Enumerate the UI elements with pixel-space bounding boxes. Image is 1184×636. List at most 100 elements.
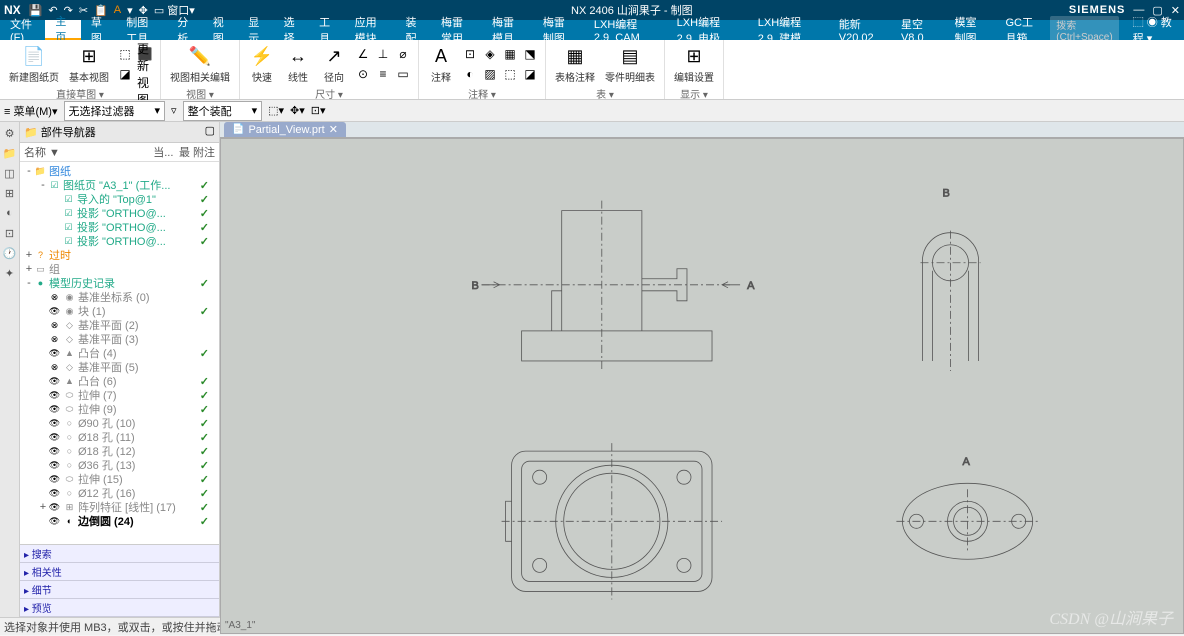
tree-row[interactable]: +?过时 <box>22 248 217 262</box>
tree-row[interactable]: ⊗◇基准平面 (3) <box>22 332 217 346</box>
tool-icon[interactable]: ✥▾ <box>290 104 305 117</box>
tree-row[interactable]: ☑投影 "ORTHO@...✓ <box>22 206 217 220</box>
nav-section[interactable]: ▸ 搜索 <box>20 545 219 563</box>
menu-item[interactable]: 草图 <box>81 20 116 40</box>
rail-icon[interactable]: ✦ <box>3 266 17 280</box>
tree-row[interactable]: ☑投影 "ORTHO@...✓ <box>22 234 217 248</box>
navigator-tree[interactable]: -📁图纸-☑图纸页 "A3_1" (工作...✓☑导入的 "Top@1"✓☑投影… <box>20 162 219 544</box>
menu-item[interactable]: GC工具箱 <box>995 20 1050 40</box>
tool-icon[interactable]: ⬚▾ <box>268 104 284 117</box>
tree-row[interactable]: 👁⬭拉伸 (7)✓ <box>22 388 217 402</box>
ribbon-small-button[interactable]: ◐ <box>461 65 479 83</box>
tree-row[interactable]: ☑导入的 "Top@1"✓ <box>22 192 217 206</box>
filter-combo[interactable]: 无选择过滤器▾ <box>64 101 166 121</box>
tree-row[interactable]: 👁○Ø18 孔 (12)✓ <box>22 444 217 458</box>
ribbon-small-button[interactable]: ⊡ <box>461 45 479 63</box>
ribbon-small-button[interactable]: ▭ <box>394 65 412 83</box>
tree-row[interactable]: -☑图纸页 "A3_1" (工作...✓ <box>22 178 217 192</box>
menu-item[interactable]: 工具 <box>309 20 344 40</box>
ribbon-small-button[interactable]: ◈ <box>481 45 499 63</box>
ribbon-button[interactable]: ⊞基本视图 <box>66 42 112 85</box>
help-menu[interactable]: ⬚ ◉ 教程 ▾ <box>1123 20 1184 40</box>
cut-icon[interactable]: ✂ <box>79 4 88 17</box>
tree-row[interactable]: +▭组 <box>22 262 217 276</box>
menu-item[interactable]: LXH编程2.9_CAM <box>584 20 667 40</box>
nav-section[interactable]: ▸ 细节 <box>20 581 219 599</box>
nav-section[interactable]: ▸ 相关性 <box>20 563 219 581</box>
ribbon-small-button[interactable]: ▦ <box>501 45 519 63</box>
menu-item[interactable]: 模室制图 <box>945 20 996 40</box>
tree-row[interactable]: 👁○Ø12 孔 (16)✓ <box>22 486 217 500</box>
rail-icon[interactable]: ⚙ <box>3 126 17 140</box>
drawing-canvas[interactable]: B A B <box>220 138 1184 634</box>
ribbon-button[interactable]: A注释 <box>425 42 457 85</box>
menu-item[interactable]: LXH编程2.9_建模 <box>748 20 829 40</box>
tree-row[interactable]: -📁图纸 <box>22 164 217 178</box>
menu-item[interactable]: 应用模块 <box>345 20 396 40</box>
ribbon-small-button[interactable]: ∠ <box>354 45 372 63</box>
tree-row[interactable]: 👁◉块 (1)✓ <box>22 304 217 318</box>
ribbon-button[interactable]: ⚡快速 <box>246 42 278 85</box>
tree-row[interactable]: ⊗◇基准平面 (2) <box>22 318 217 332</box>
menu-item[interactable]: 梅雷常用 <box>431 20 482 40</box>
tree-row[interactable]: 👁⬭拉伸 (9)✓ <box>22 402 217 416</box>
ribbon-small-button[interactable]: ⬚ <box>116 45 134 63</box>
ribbon-small-button[interactable]: ◪ <box>521 65 539 83</box>
tree-row[interactable]: 👁○Ø36 孔 (13)✓ <box>22 458 217 472</box>
ribbon-small-button[interactable]: ▨ <box>481 65 499 83</box>
menu-item[interactable]: 装配 <box>396 20 431 40</box>
rail-icon[interactable]: ◫ <box>3 166 17 180</box>
tab-partial-view[interactable]: 📄 Partial_View.prt ✕ <box>224 122 346 137</box>
ribbon-button[interactable]: ↗径向 <box>318 42 350 85</box>
text-icon[interactable]: A <box>114 4 121 16</box>
tab-close-icon[interactable]: ✕ <box>329 123 338 136</box>
tree-row[interactable]: ⊗◇基准平面 (5) <box>22 360 217 374</box>
ribbon-button[interactable]: ⊞编辑设置 <box>671 42 717 85</box>
scope-combo[interactable]: 整个装配▾ <box>183 101 263 121</box>
rail-icon[interactable]: ⊞ <box>3 186 17 200</box>
ribbon-small-button[interactable]: 更新视图 <box>136 65 154 83</box>
nav-section[interactable]: ▸ 预览 <box>20 599 219 617</box>
menu-item[interactable]: 梅雷模具 <box>482 20 533 40</box>
ribbon-button[interactable]: ▤零件明细表 <box>602 42 658 85</box>
menu-item[interactable]: LXH编程2.9_电极 <box>667 20 748 40</box>
ribbon-button[interactable]: ✏️视图相关编辑 <box>167 42 233 85</box>
tree-row[interactable]: 👁◐边倒圆 (24)✓ <box>22 514 217 528</box>
rail-icon[interactable]: 📁 <box>3 146 17 160</box>
ribbon-small-button[interactable]: ⊙ <box>354 65 372 83</box>
navigator-columns[interactable]: 名称 ▼ 当... 最 附注 <box>20 143 219 162</box>
rail-icon[interactable]: ◐ <box>3 206 17 220</box>
rail-icon[interactable]: 🕐 <box>3 246 17 260</box>
ribbon-small-button[interactable]: ⊥ <box>374 45 392 63</box>
menu-item[interactable]: 制图工具 <box>116 20 167 40</box>
tree-row[interactable]: ☑投影 "ORTHO@...✓ <box>22 220 217 234</box>
menu-item[interactable]: 视图 <box>203 20 238 40</box>
pin-icon[interactable]: ▢ <box>205 124 215 140</box>
ribbon-small-button[interactable]: ⌀ <box>394 45 412 63</box>
ribbon-button[interactable]: 📄新建图纸页 <box>6 42 62 85</box>
menu-item[interactable]: 显示 <box>238 20 273 40</box>
menu-item[interactable]: 文件(F) <box>0 20 45 40</box>
tool-icon[interactable]: ⊡▾ <box>311 104 326 117</box>
menu-item[interactable]: 分析 <box>167 20 202 40</box>
tree-row[interactable]: 👁⬭拉伸 (15)✓ <box>22 472 217 486</box>
menu-label[interactable]: ≡ 菜单(M)▾ <box>4 103 58 119</box>
menu-item[interactable]: 星空 V8.0 <box>891 20 945 40</box>
filter-icon[interactable]: ▿ <box>171 104 177 117</box>
ribbon-small-button[interactable]: ⬚ <box>501 65 519 83</box>
tree-row[interactable]: 👁○Ø18 孔 (11)✓ <box>22 430 217 444</box>
save-icon[interactable]: 💾 <box>29 4 43 17</box>
menu-item[interactable]: 梅雷制图 <box>533 20 584 40</box>
ribbon-small-button[interactable]: ⬔ <box>521 45 539 63</box>
tree-row[interactable]: 👁▲凸台 (6)✓ <box>22 374 217 388</box>
ribbon-small-button[interactable]: ◪ <box>116 65 134 83</box>
ribbon-button[interactable]: ▦表格注释 <box>552 42 598 85</box>
ribbon-button[interactable]: ↔线性 <box>282 42 314 85</box>
tree-row[interactable]: ⊗◉基准坐标系 (0) <box>22 290 217 304</box>
rail-icon[interactable]: ⊡ <box>3 226 17 240</box>
menu-item[interactable]: 能新 V20.02 <box>829 20 891 40</box>
tree-row[interactable]: +👁⊞阵列特征 [线性] (17)✓ <box>22 500 217 514</box>
tree-row[interactable]: -●模型历史记录✓ <box>22 276 217 290</box>
tree-row[interactable]: 👁○Ø90 孔 (10)✓ <box>22 416 217 430</box>
ribbon-small-button[interactable]: ≡ <box>374 65 392 83</box>
